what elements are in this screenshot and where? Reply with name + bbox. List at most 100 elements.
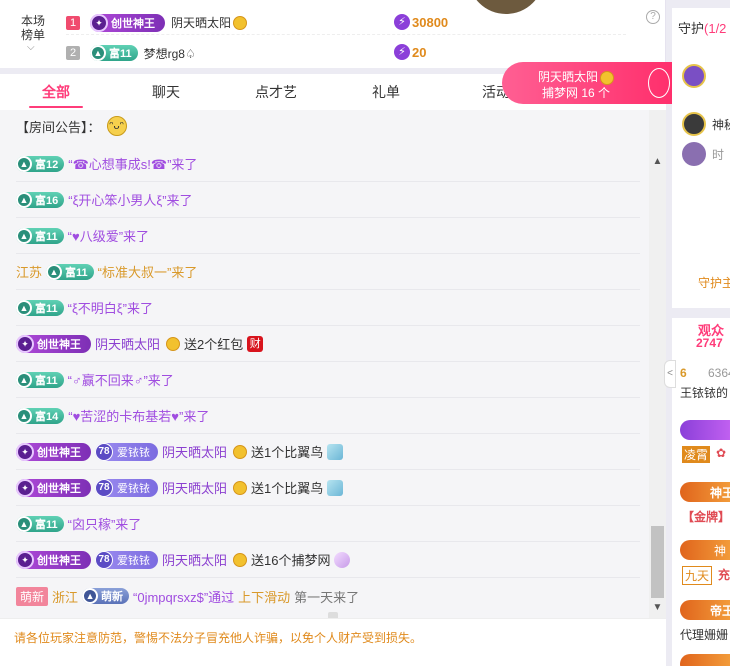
vip-badge: ✦ 创世神王 [90,13,165,32]
dreamcatcher-icon [648,68,670,98]
audience-tag: 【金牌】 [682,510,730,524]
rank-username[interactable]: 梦想rg8♤ [144,45,196,62]
top-score: 6364 [708,366,730,380]
list-item: 江苏 ▲ 富11 “标准大叔一”来了 [16,254,640,290]
crown-icon: ✦ [90,13,108,32]
guard-name[interactable]: 神秘 [712,116,730,133]
username[interactable]: 阴天晒太阳 [95,334,160,353]
newbie-tag: 萌新 [16,586,49,606]
list-item: ▲ 富11 “ξ不明白ξ”来了 [16,290,640,326]
guard-avatar[interactable] [682,142,706,166]
list-item: 萌新 浙江 ▲ 萌新 “0jmpqrsxz$”通过 上下滑动 第一天来了 [16,578,640,614]
right-sidebar: 守护(1/2 神秘 时 守护主 观众 2747 < 6 6364 王铱铱的 凌霄… [664,0,730,666]
list-item: ✦ 创世神王 阴天晒太阳 送2个红包 财 [16,326,640,362]
rank-label[interactable]: 本场 榜单 [10,14,56,42]
spade-icon: ♤ [185,46,196,61]
fan-badge: 78 爱铱铱 [95,478,158,497]
crown-icon: ✦ [16,550,34,569]
chat-panel: 全部 聊天 点才艺 礼单 活动 【房间公告】： ᵔᴗᵔ ▲ 富12 “☎心想事成s… [0,74,666,666]
tab-all[interactable]: 全部 [16,74,96,110]
message-list[interactable]: 【房间公告】： ᵔᴗᵔ ▲ 富12 “☎心想事成s!☎”来了 ▲ 富16 “ξ开心笨… [0,110,649,618]
audience-count: 2747 [696,336,723,350]
chevron-down-icon[interactable]: ⌵ [27,42,35,53]
enter-message[interactable]: “♥苦涩的卡布基若♥”来了 [68,406,209,425]
audience-tag: 九天 [682,566,713,585]
enter-message[interactable]: “☎心想事成s!☎”来了 [68,154,197,173]
fan-badge: 78 爱铱铱 [95,442,158,461]
enter-message[interactable]: “0jmpqrsxz$”通过 [133,587,234,606]
tab-talent[interactable]: 点才艺 [236,74,316,110]
enter-message[interactable]: “♂赢不回来♂”来了 [68,370,174,389]
rank-number: 2 [66,46,80,60]
notice-label: 【房间公告】： [16,119,101,135]
guard-link[interactable]: 守护主 [698,274,730,291]
enter-message[interactable]: “♥八级爱”来了 [68,226,149,245]
dreamcatcher-gift-icon [334,551,351,568]
wealth-badge: ▲ 富11 [16,371,64,388]
username[interactable]: 阴天晒太阳 [162,442,227,461]
help-icon[interactable]: ? [646,10,660,24]
audience-tag-icon: ✿ [716,446,727,460]
sun-icon [233,444,248,459]
grin-emoji-icon: ᵔᴗᵔ [106,116,127,136]
wealth-icon: ▲ [90,45,106,61]
wealth-badge: ▲ 富11 [90,45,138,61]
top-user[interactable]: 王铱铱的 [680,384,728,401]
list-item: ▲ 富11 “♥八级爱”来了 [16,218,640,254]
enter-message[interactable]: “ξ不明白ξ”来了 [68,298,153,317]
scroll-thumb[interactable] [651,526,664,598]
rank-score: ⚡ 20 [394,44,426,60]
rank-row[interactable]: 1 ✦ 创世神王 阴天晒太阳 ⚡ 30800 [66,11,626,35]
wealth-icon: ▲ [46,263,63,280]
rank-username[interactable]: 阴天晒太阳 [171,14,231,31]
wealth-icon: ▲ [16,191,32,208]
audience-badge [680,654,730,666]
enter-message[interactable]: “ξ开心笨小男人ξ”来了 [68,190,192,209]
rank-score: ⚡ 30800 [394,14,448,30]
region-label: 江苏 [16,265,43,280]
audience-panel: 观众 2747 < 6 6364 王铱铱的 凌霄 ✿ 神王 【金牌】 神 九天 … [664,318,730,666]
enter-message[interactable]: “囟只稼”来了 [68,514,142,533]
scroll-up-icon[interactable]: ▲ [649,156,666,170]
enter-source-link[interactable]: 上下滑动 [238,587,290,606]
bird-gift-icon [327,479,344,496]
list-item: ✦ 创世神王 78 爱铱铱 阴天晒太阳 送1个比翼鸟 [16,434,640,470]
sun-icon [233,552,248,567]
username[interactable]: 阴天晒太阳 [162,478,227,497]
wealth-badge: ▲ 富11 [16,299,64,316]
wealth-icon: ▲ [16,155,32,172]
guard-title: 守护(1/2 [678,21,727,36]
vip-badge: ✦ 创世神王 [16,478,91,497]
audience-tag: 充 [718,568,730,582]
chevron-left-icon[interactable]: < [664,360,676,388]
guard-avatar[interactable] [682,64,706,88]
live-room: 本场 榜单 ⌵ 1 ✦ 创世神王 阴天晒太阳 ⚡ 30800 2 ▲ 富11 梦想rg… [0,0,730,666]
guard-avatar[interactable] [682,112,706,136]
enter-suffix: 第一天来了 [294,589,360,605]
list-item: ▲ 富14 “♥苦涩的卡布基若♥”来了 [16,398,640,434]
crown-icon: ✦ [16,442,34,461]
audience-badge: 神 [680,540,730,560]
wealth-icon: ▲ [16,407,32,424]
guard-name[interactable]: 时 [712,146,724,163]
username[interactable]: 阴天晒太阳 [162,550,227,569]
tab-chat[interactable]: 聊天 [126,74,206,110]
audience-name[interactable]: 代理姗姗 [680,626,728,643]
rank-panel: 本场 榜单 ⌵ 1 ✦ 创世神王 阴天晒太阳 ⚡ 30800 2 ▲ 富11 梦想rg… [0,0,666,68]
wealth-badge: ▲ 富11 [16,515,64,532]
warning-text: 请各位玩家注意防范，警惕不法分子冒充他人诈骗，以免个人财产受到损失。 [14,631,423,645]
enter-message[interactable]: “标准大叔一”来了 [98,262,198,281]
list-item: ✦ 创世神王 78 爱铱铱 阴天晒太阳 送1个比翼鸟 [16,470,640,506]
vip-badge: ✦ 创世神王 [16,442,91,461]
rank-number: 1 [66,15,80,30]
region-label: 浙江 [52,589,79,605]
audience-tag: 凌霄 [682,446,711,463]
gift-toast[interactable]: 阴天晒太阳 捕梦网 16 个 [502,62,672,104]
bolt-icon: ⚡ [394,44,410,60]
scroll-down-icon[interactable]: ▼ [649,602,666,616]
sun-icon [166,336,181,351]
toast-gift-text: 捕梦网 16 个 [542,86,611,100]
room-notice: 【房间公告】： ᵔᴗᵔ [16,116,127,136]
sun-icon [600,70,615,85]
tab-gift-list[interactable]: 礼单 [346,74,426,110]
